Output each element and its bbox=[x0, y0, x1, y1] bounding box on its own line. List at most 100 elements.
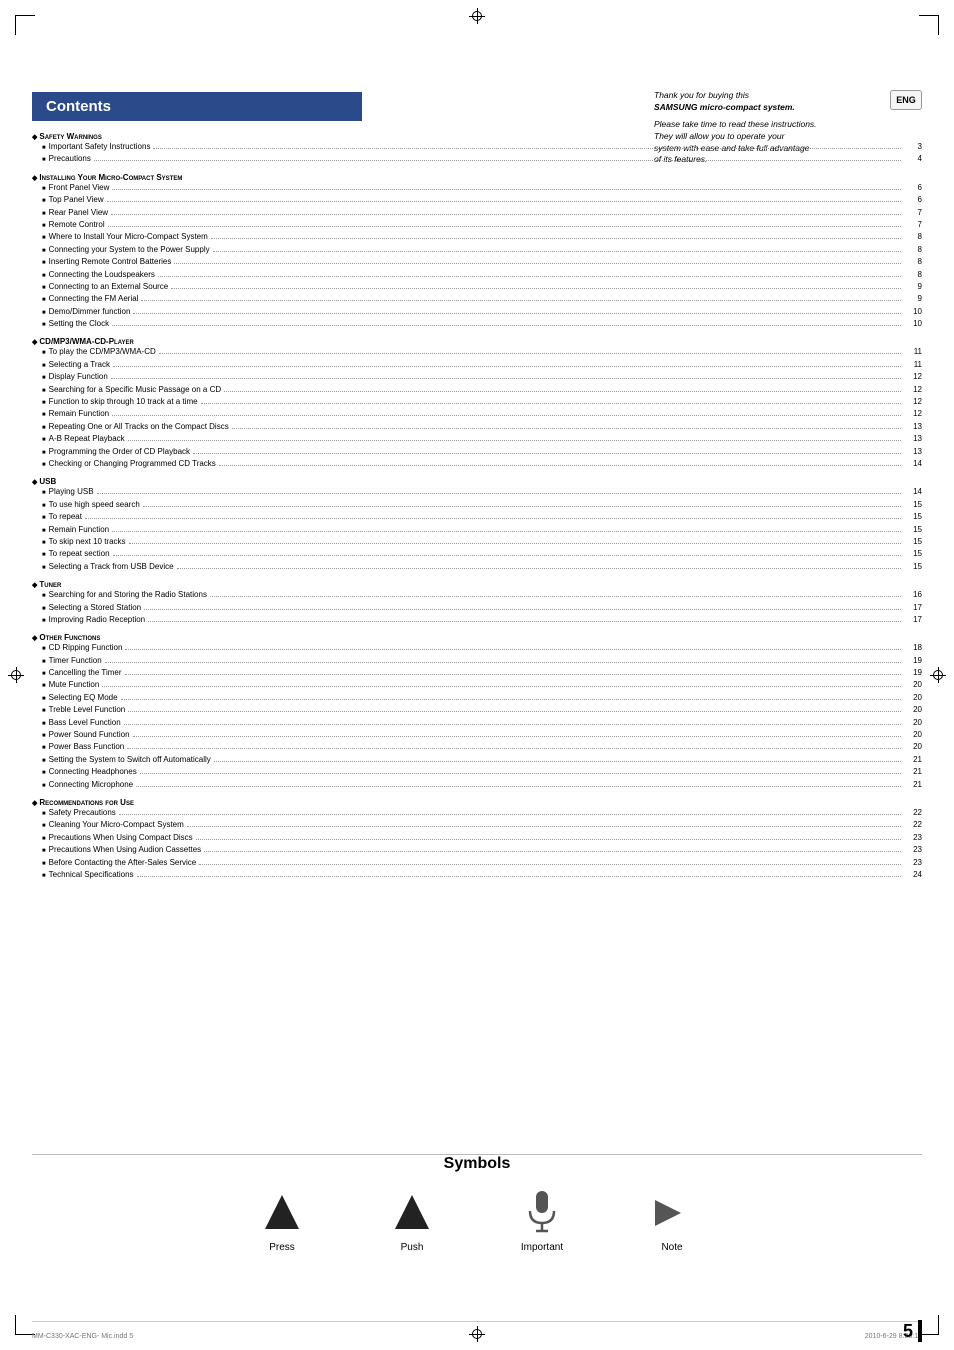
toc-item-text: Connecting Microphone bbox=[49, 779, 134, 791]
toc-item-text: To skip next 10 tracks bbox=[49, 536, 126, 548]
toc-item-text: To use high speed search bbox=[49, 499, 140, 511]
toc-item-text: Setting the Clock bbox=[49, 318, 109, 330]
toc-item: ■Selecting EQ Mode 20 bbox=[32, 692, 922, 704]
toc-item: ■Connecting Microphone21 bbox=[32, 779, 922, 791]
toc-page-number: 21 bbox=[904, 779, 922, 791]
toc-bullet: ■ bbox=[42, 658, 46, 667]
toc-item-text: Precautions When Using Audion Cassettes bbox=[49, 844, 202, 856]
toc-item: ■Display Function12 bbox=[32, 371, 922, 383]
toc-dots bbox=[125, 674, 901, 675]
toc-page-number: 23 bbox=[904, 832, 922, 844]
symbol-push: Push bbox=[372, 1188, 452, 1253]
toc-page-number: 20 bbox=[904, 704, 922, 716]
toc-bullet: ■ bbox=[42, 362, 46, 371]
toc-page-number: 13 bbox=[904, 421, 922, 433]
toc-page-number: 10 bbox=[904, 318, 922, 330]
footer: MM-C330-XAC-ENG- Mic.indd 5 2010-6-29 8:… bbox=[32, 1333, 922, 1340]
toc-item: ■Safety Precautions22 bbox=[32, 807, 922, 819]
toc-page-number: 6 bbox=[904, 194, 922, 206]
toc-dots bbox=[224, 391, 901, 392]
toc-page-number: 23 bbox=[904, 844, 922, 856]
toc-item-text: A-B Repeat Playback bbox=[49, 433, 125, 445]
toc-page-number: 12 bbox=[904, 396, 922, 408]
toc-bullet: ■ bbox=[42, 144, 46, 153]
toc-item-text: To repeat section bbox=[49, 548, 110, 560]
toc-item-text: Function to skip through 10 track at a t… bbox=[49, 396, 198, 408]
toc-item-text: Programming the Order of CD Playback bbox=[49, 446, 190, 458]
toc-bullet: ■ bbox=[42, 744, 46, 753]
toc-page-number: 11 bbox=[904, 346, 922, 358]
toc-bullet: ■ bbox=[42, 489, 46, 498]
toc-item: ■Searching for and Storing the Radio Sta… bbox=[32, 589, 922, 601]
toc-item: ■To repeat section15 bbox=[32, 548, 922, 560]
toc-dots bbox=[210, 596, 901, 597]
toc-bullet: ■ bbox=[42, 810, 46, 819]
toc-page-number: 19 bbox=[904, 667, 922, 679]
toc-item: ■To play the CD/MP3/WMA-CD11 bbox=[32, 346, 922, 358]
toc-bullet: ■ bbox=[42, 309, 46, 318]
toc-dots bbox=[85, 518, 901, 519]
toc-dots bbox=[193, 453, 901, 454]
toc-item-text: Cancelling the Timer bbox=[49, 667, 122, 679]
toc-item: ■CD Ripping Function18 bbox=[32, 642, 922, 654]
toc-bullet: ■ bbox=[42, 835, 46, 844]
toc-item: ■To skip next 10 tracks15 bbox=[32, 536, 922, 548]
toc-page-number: 8 bbox=[904, 231, 922, 243]
toc-page-number: 20 bbox=[904, 692, 922, 704]
toc-item-text: Top Panel View bbox=[49, 194, 104, 206]
toc-dots bbox=[113, 555, 901, 556]
toc-bullet: ■ bbox=[42, 695, 46, 704]
toc-bullet: ■ bbox=[42, 436, 46, 445]
toc-item: ■A-B Repeat Playback13 bbox=[32, 433, 922, 445]
toc-dots bbox=[177, 568, 901, 569]
toc-item-text: Selecting a Track bbox=[49, 359, 110, 371]
toc-bullet: ■ bbox=[42, 259, 46, 268]
toc-bullet: ■ bbox=[42, 321, 46, 330]
symbol-note: Note bbox=[632, 1188, 712, 1253]
toc-dots bbox=[153, 148, 901, 149]
toc-item: ■Mute Function20 bbox=[32, 679, 922, 691]
toc-item: ■Connecting the FM Aerial9 bbox=[32, 293, 922, 305]
toc-item: ■Demo/Dimmer function10 bbox=[32, 306, 922, 318]
toc-page-number: 16 bbox=[904, 589, 922, 601]
toc-page-number: 12 bbox=[904, 371, 922, 383]
toc-item: ■Connecting Headphones21 bbox=[32, 766, 922, 778]
corner-mark-bl bbox=[15, 1315, 35, 1335]
toc-item-text: Front Panel View bbox=[49, 182, 110, 194]
note-icon bbox=[647, 1188, 697, 1238]
toc-item: ■Technical Specifications24 bbox=[32, 869, 922, 881]
toc-bullet: ■ bbox=[42, 860, 46, 869]
toc-section-header: ◆Other Functions bbox=[32, 633, 922, 642]
toc-item-text: Power Sound Function bbox=[49, 729, 130, 741]
toc-dots bbox=[187, 826, 901, 827]
toc-item: ■Important Safety Instructions3 bbox=[32, 141, 922, 153]
toc-page-number: 11 bbox=[904, 359, 922, 371]
toc-dots bbox=[213, 251, 901, 252]
toc-item: ■Before Contacting the After-Sales Servi… bbox=[32, 857, 922, 869]
toc-item: ■Connecting to an External Source9 bbox=[32, 281, 922, 293]
toc-item: ■Playing USB14 bbox=[32, 486, 922, 498]
toc-item: ■Power Sound Function20 bbox=[32, 729, 922, 741]
toc-page-number: 7 bbox=[904, 207, 922, 219]
toc-bullet: ■ bbox=[42, 645, 46, 654]
toc-dots bbox=[211, 238, 901, 239]
toc-section-header: ◆Tuner bbox=[32, 580, 922, 589]
toc-item: ■Programming the Order of CD Playback13 bbox=[32, 446, 922, 458]
toc-item: ■Connecting your System to the Power Sup… bbox=[32, 244, 922, 256]
reg-mark-left bbox=[8, 667, 24, 683]
toc-item-text: Connecting the Loudspeakers bbox=[49, 269, 155, 281]
toc-item-text: Connecting to an External Source bbox=[49, 281, 169, 293]
toc-item-text: Selecting EQ Mode bbox=[49, 692, 118, 704]
toc-item-text: Before Contacting the After-Sales Servic… bbox=[49, 857, 197, 869]
toc-dots bbox=[121, 699, 901, 700]
toc-bullet: ■ bbox=[42, 449, 46, 458]
toc-dots bbox=[125, 649, 901, 650]
toc-item: ■Connecting the Loudspeakers8 bbox=[32, 269, 922, 281]
toc-page-number: 17 bbox=[904, 602, 922, 614]
toc-bullet: ■ bbox=[42, 185, 46, 194]
toc-page-number: 23 bbox=[904, 857, 922, 869]
toc-bullet: ■ bbox=[42, 551, 46, 560]
toc-item: ■Inserting Remote Control Batteries8 bbox=[32, 256, 922, 268]
toc-item-text: Rear Panel View bbox=[49, 207, 108, 219]
toc-dots bbox=[112, 415, 901, 416]
